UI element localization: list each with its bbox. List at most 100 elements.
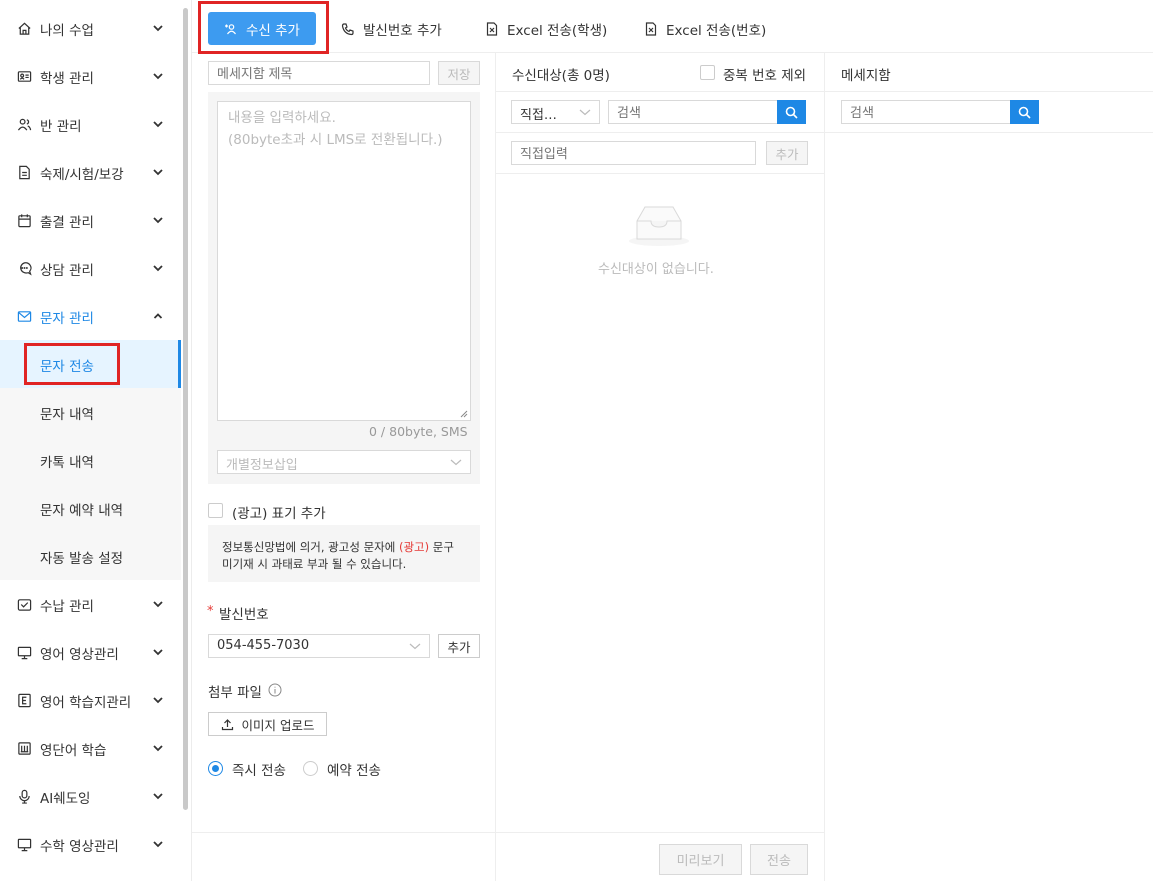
sidebar-item-english-video[interactable]: 영어 영상관리 xyxy=(0,628,180,676)
sidebar-scrollbar[interactable] xyxy=(183,8,188,810)
excel-file-icon xyxy=(486,21,498,36)
dedupe-label: 중복 번호 제외 xyxy=(723,68,807,84)
sidebar-item-label: 문자 관리 xyxy=(40,311,94,327)
excel-number-button[interactable]: Excel 전송(번호) xyxy=(644,12,766,45)
sidebar-item-counsel[interactable]: 상담 관리 xyxy=(0,244,180,292)
sidebar-subitem-auto-send[interactable]: 자동 발송 설정 xyxy=(0,532,181,580)
footer-divider xyxy=(192,832,825,833)
image-upload-button[interactable]: 이미지 업로드 xyxy=(208,712,327,736)
send-scheduled-radio[interactable] xyxy=(303,761,318,776)
empty-inbox-icon xyxy=(629,206,689,246)
chevron-down-icon xyxy=(153,265,163,272)
search-icon xyxy=(1018,106,1031,119)
phone-icon xyxy=(341,22,354,35)
divider-line xyxy=(496,173,825,174)
excel-file-icon xyxy=(645,21,657,36)
sidebar-item-label: 수학 영상관리 xyxy=(40,839,119,855)
sidebar-item-my-class[interactable]: 나의 수업 xyxy=(0,4,180,52)
sidebar-subitem-label: 문자 예약 내역 xyxy=(40,503,124,519)
direct-add-button[interactable]: 추가 xyxy=(766,141,808,165)
chevron-down-icon xyxy=(153,841,163,848)
send-now-label: 즉시 전송 xyxy=(232,763,286,779)
sidebar-item-homework[interactable]: 숙제/시험/보강 xyxy=(0,148,180,196)
send-button[interactable]: 전송 xyxy=(750,844,808,875)
sidebar-item-label: 반 관리 xyxy=(40,119,82,135)
sender-number-select[interactable]: 054-455-7030 xyxy=(208,634,430,658)
chevron-down-icon xyxy=(153,217,163,224)
sidebar-item-english-worksheet[interactable]: 영어 학습지관리 xyxy=(0,676,180,724)
send-scheduled-label: 예약 전송 xyxy=(327,763,381,779)
ad-notice-line1: 정보통신망법에 의거, 광고성 문자에 (광고) 문구 xyxy=(222,539,454,555)
sidebar-item-class[interactable]: 반 관리 xyxy=(0,100,180,148)
chevron-down-icon xyxy=(153,697,163,704)
sidebar-item-math-video[interactable]: 수학 영상관리 xyxy=(0,820,180,868)
sidebar-item-message[interactable]: 문자 관리 xyxy=(0,292,180,340)
add-sender-label: 발신번호 추가 xyxy=(363,22,442,39)
resize-handle-icon[interactable] xyxy=(460,410,468,418)
chevron-down-icon xyxy=(153,601,163,608)
sidebar-subitem-kakao-history[interactable]: 카톡 내역 xyxy=(0,436,181,484)
message-box-search-input[interactable] xyxy=(841,100,1011,124)
column-divider xyxy=(824,53,825,881)
add-sender-button[interactable]: 발신번호 추가 xyxy=(341,12,442,45)
personal-info-placeholder: 개별정보삽입 xyxy=(226,458,298,473)
sender-add-button[interactable]: 추가 xyxy=(438,634,480,658)
sidebar-submenu: 문자 전송 문자 내역 카톡 내역 문자 예약 내역 자동 발송 설정 xyxy=(0,340,181,580)
message-title-input[interactable] xyxy=(208,61,430,85)
sidebar-item-label: 영단어 학습 xyxy=(40,743,107,759)
upload-label: 이미지 업로드 xyxy=(241,717,315,733)
ad-notice-highlight: (광고) xyxy=(398,540,430,554)
empty-text: 수신대상이 없습니다. xyxy=(598,262,714,277)
recipient-filter-select[interactable]: 직접… xyxy=(511,100,600,124)
dedupe-checkbox[interactable] xyxy=(700,65,715,80)
recipient-filter-value: 직접… xyxy=(520,108,557,123)
chevron-down-icon xyxy=(153,169,163,176)
sidebar-item-student[interactable]: 학생 관리 xyxy=(0,52,180,100)
body-placeholder-line2: (80byte초과 시 LMS로 전환됩니다.) xyxy=(228,132,443,148)
divider-line xyxy=(825,132,1153,133)
sidebar-subitem-reservation[interactable]: 문자 예약 내역 xyxy=(0,484,181,532)
recipient-search-button[interactable] xyxy=(777,100,806,124)
chevron-down-icon xyxy=(450,459,462,466)
message-box-search-button[interactable] xyxy=(1010,100,1039,124)
recipient-search-input[interactable] xyxy=(608,100,778,124)
sidebar-item-label: 영어 학습지관리 xyxy=(40,695,132,711)
sidebar-subitem-label: 자동 발송 설정 xyxy=(40,551,124,567)
monitor-icon xyxy=(16,644,32,660)
sidebar-item-attendance[interactable]: 출결 관리 xyxy=(0,196,180,244)
ad-label-checkbox[interactable] xyxy=(208,503,223,518)
personal-info-select[interactable]: 개별정보삽입 xyxy=(217,450,471,474)
sidebar-item-label: 숙제/시험/보강 xyxy=(40,167,124,183)
sidebar-item-label: 나의 수업 xyxy=(40,23,94,39)
chevron-down-icon xyxy=(153,73,163,80)
sidebar: 나의 수업 학생 관리 반 관리 숙제/시험/보강 출결 관리 상담 관리 문자… xyxy=(0,0,182,881)
payment-icon xyxy=(16,596,32,612)
send-now-radio[interactable] xyxy=(208,761,223,776)
sidebar-divider xyxy=(191,0,192,881)
byte-count: 0 / 80byte, SMS xyxy=(369,424,468,439)
message-body-textarea[interactable]: 내용을 입력하세요. (80byte초과 시 LMS로 전환됩니다.) xyxy=(217,101,471,421)
sidebar-item-label: AI쉐도잉 xyxy=(40,791,91,807)
chevron-down-icon xyxy=(579,109,591,116)
attachment-label: 첨부 파일 xyxy=(208,685,262,701)
sidebar-subitem-send[interactable]: 문자 전송 xyxy=(0,340,181,388)
chevron-down-icon xyxy=(153,121,163,128)
search-icon xyxy=(785,106,798,119)
sidebar-subitem-history[interactable]: 문자 내역 xyxy=(0,388,181,436)
sidebar-item-payment[interactable]: 수납 관리 xyxy=(0,580,180,628)
sidebar-item-label: 출결 관리 xyxy=(40,215,94,231)
sidebar-item-ai-shadowing[interactable]: AI쉐도잉 xyxy=(0,772,180,820)
sidebar-item-vocabulary[interactable]: 영단어 학습 xyxy=(0,724,180,772)
direct-input[interactable] xyxy=(511,141,756,165)
excel-student-button[interactable]: Excel 전송(학생) xyxy=(485,12,607,45)
message-box-header: 메세지함 xyxy=(841,68,891,84)
preview-button[interactable]: 미리보기 xyxy=(659,844,742,875)
divider-line xyxy=(496,132,825,133)
letter-e-icon xyxy=(16,692,32,708)
users-icon xyxy=(16,116,32,132)
sender-number-label: 발신번호 xyxy=(219,607,269,623)
info-icon[interactable] xyxy=(268,683,282,697)
save-button[interactable]: 저장 xyxy=(438,61,480,85)
add-recipient-button[interactable]: 수신 추가 xyxy=(208,12,316,45)
sender-number-value: 054-455-7030 xyxy=(217,638,310,653)
